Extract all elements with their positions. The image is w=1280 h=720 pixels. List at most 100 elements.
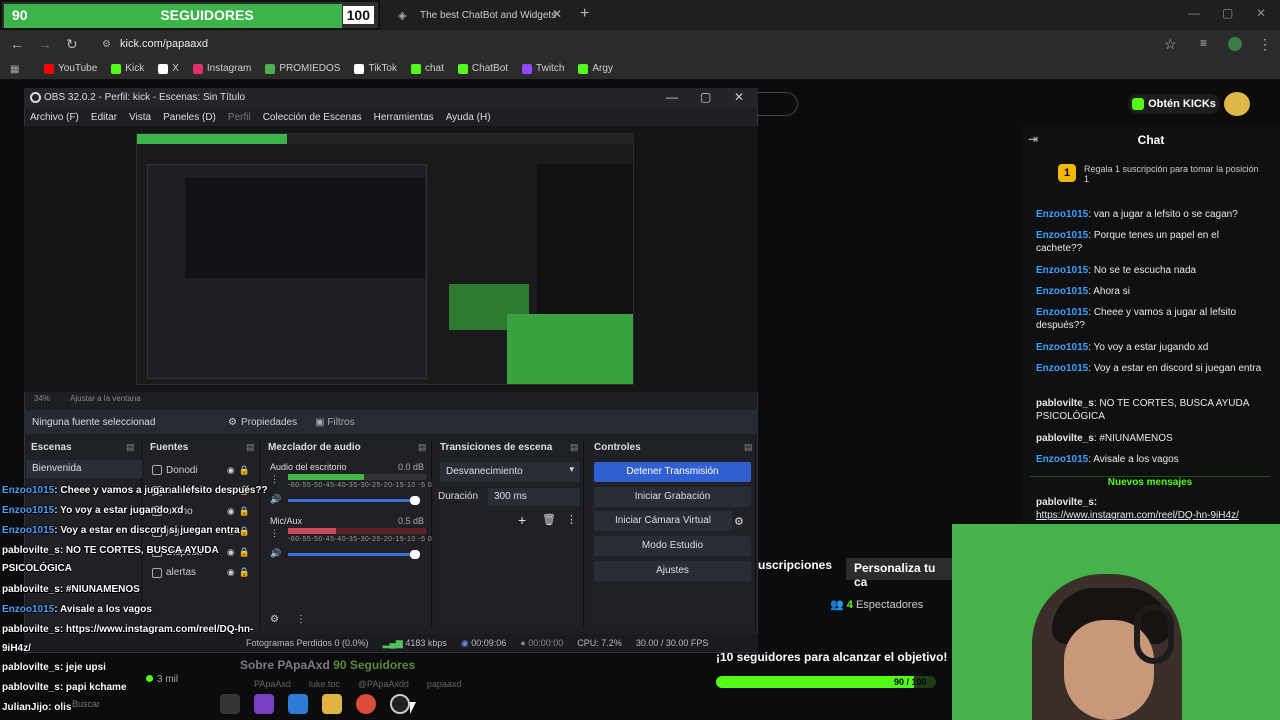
bookmark-item[interactable]: Instagram: [192, 63, 251, 74]
address-bar[interactable]: ⚙ kick.com/papaaxd: [96, 33, 1196, 55]
obs-menu-item[interactable]: Perfil: [228, 112, 251, 123]
close-tab-icon[interactable]: ✕: [552, 7, 562, 21]
extensions-icon[interactable]: ≡: [1200, 36, 1207, 50]
maximize-icon[interactable]: ▢: [1222, 6, 1233, 20]
dock-float-icon[interactable]: ▤: [744, 442, 753, 453]
bookmark-item[interactable]: PROMIEDOS: [265, 63, 340, 74]
chat-username[interactable]: pablovilte_s: [1036, 433, 1094, 444]
obs-menu-item[interactable]: Paneles (D): [163, 112, 216, 123]
obs-menu-item[interactable]: Herramientas: [374, 112, 434, 123]
lock-icon[interactable]: 🔒: [239, 465, 250, 476]
chat-username[interactable]: Enzoo1015: [1036, 363, 1088, 374]
bookmark-item[interactable]: Argy: [578, 63, 613, 74]
new-messages-divider[interactable]: Nuevos mensajes: [1030, 476, 1270, 490]
control-button[interactable]: Detener Transmisión: [594, 462, 751, 482]
transition-more-icon[interactable]: ⋮: [566, 513, 577, 526]
chat-username[interactable]: Enzoo1015: [1036, 209, 1088, 220]
source-item[interactable]: Donodi ◉ 🔒: [146, 460, 256, 480]
lock-icon[interactable]: 🔒: [239, 506, 250, 517]
profile-avatar[interactable]: [1228, 37, 1242, 51]
add-transition-icon[interactable]: +: [518, 512, 526, 528]
browser-tab[interactable]: ◈ The best ChatBot and Widgets: [390, 2, 570, 28]
mixer-more-icon[interactable]: ⋮: [296, 614, 306, 625]
bookmark-item[interactable]: X: [158, 63, 179, 74]
visibility-eye-icon[interactable]: ◉: [227, 506, 235, 517]
folder-icon[interactable]: [322, 694, 342, 714]
volume-slider[interactable]: [288, 550, 420, 559]
obs-taskbar-icon[interactable]: [390, 694, 410, 714]
chrome-icon[interactable]: [356, 694, 376, 714]
site-info-icon[interactable]: ⚙: [102, 39, 111, 50]
mixer-menu-icon[interactable]: ⋮: [270, 528, 279, 539]
chat-username[interactable]: pablovilte_s:: [1036, 497, 1097, 508]
chat-username[interactable]: Enzoo1015: [1036, 230, 1088, 241]
visibility-eye-icon[interactable]: ◉: [227, 547, 235, 558]
virtual-camera-settings-icon[interactable]: ⚙: [734, 515, 744, 528]
user-avatar[interactable]: [1224, 92, 1250, 116]
obs-menu-item[interactable]: Vista: [129, 112, 151, 123]
obs-menu-item[interactable]: Archivo (F): [30, 112, 79, 123]
lock-icon[interactable]: 🔒: [239, 547, 250, 558]
social-link[interactable]: PApaAxd: [254, 679, 291, 689]
control-button[interactable]: Modo Estudio: [594, 536, 751, 557]
copilot-icon[interactable]: [254, 694, 274, 714]
forward-icon[interactable]: →: [38, 36, 52, 52]
duration-input[interactable]: 300 ms: [488, 488, 580, 506]
chat-username[interactable]: Enzoo1015: [1036, 307, 1088, 318]
obs-close-icon[interactable]: ✕: [734, 90, 744, 104]
customize-button[interactable]: Personaliza tu ca: [846, 558, 956, 589]
minimize-icon[interactable]: —: [1188, 6, 1200, 20]
taskbar-search[interactable]: Buscar: [72, 699, 100, 709]
trash-icon[interactable]: 🗑: [542, 513, 556, 526]
source-item[interactable]: alertas ◉ 🔒: [146, 563, 256, 583]
control-button[interactable]: Ajustes: [594, 560, 751, 581]
obs-menu-item[interactable]: Ayuda (H): [446, 112, 491, 123]
bookmark-item[interactable]: chat: [411, 63, 444, 74]
bookmark-item[interactable]: YouTube: [44, 63, 97, 74]
scene-item[interactable]: Bienvenida: [26, 460, 142, 478]
zoom-level[interactable]: 34%: [34, 394, 50, 403]
bookmark-item[interactable]: Kick: [111, 63, 144, 74]
obs-menu-item[interactable]: Editar: [91, 112, 117, 123]
control-button[interactable]: Iniciar Grabación: [594, 486, 751, 507]
lock-icon[interactable]: 🔒: [239, 526, 250, 537]
social-link[interactable]: luke.toc: [309, 679, 340, 689]
reload-icon[interactable]: ↻: [66, 36, 78, 53]
obs-minimize-icon[interactable]: —: [666, 90, 678, 104]
visibility-eye-icon[interactable]: ◉: [227, 465, 235, 476]
obtain-kicks-button[interactable]: Obtén KICKs: [1128, 94, 1220, 114]
subscriptions-button[interactable]: uscripciones: [758, 558, 838, 580]
new-tab-icon[interactable]: +: [580, 5, 589, 23]
chat-username[interactable]: Enzoo1015: [1036, 286, 1088, 297]
social-link[interactable]: papaaxd: [427, 679, 462, 689]
visibility-eye-icon[interactable]: ◉: [227, 567, 235, 578]
mixer-settings-icon[interactable]: ⚙: [270, 614, 279, 625]
close-window-icon[interactable]: ✕: [1256, 6, 1266, 20]
chat-username[interactable]: Enzoo1015: [1036, 342, 1088, 353]
dock-float-icon[interactable]: ▤: [246, 442, 255, 453]
social-link[interactable]: @PApaAxdd: [358, 679, 409, 689]
edge-icon[interactable]: [288, 694, 308, 714]
transition-select[interactable]: Desvanecimiento ▾: [440, 462, 580, 482]
dock-float-icon[interactable]: ▤: [570, 442, 579, 453]
chat-username[interactable]: Enzoo1015: [1036, 265, 1088, 276]
speaker-icon[interactable]: 🔊: [270, 494, 281, 505]
chat-link[interactable]: https://www.instagram.com/reel/DQ-hn-9iH…: [1036, 510, 1239, 521]
stream-preview[interactable]: [136, 133, 634, 385]
chat-username[interactable]: Enzoo1015: [1036, 454, 1088, 465]
dock-float-icon[interactable]: ▤: [126, 442, 135, 453]
pinned-gift-banner[interactable]: 1 Regala 1 suscripción para tomar la pos…: [1034, 160, 1274, 200]
mixer-menu-icon[interactable]: ⋮: [270, 474, 279, 485]
menu-icon[interactable]: ⋮: [1258, 36, 1272, 53]
filters-button[interactable]: ▣ Filtros: [309, 414, 360, 431]
fit-window[interactable]: Ajustar a la ventana: [70, 394, 141, 403]
lock-icon[interactable]: 🔒: [239, 567, 250, 578]
obs-menu-item[interactable]: Colección de Escenas: [263, 112, 362, 123]
obs-maximize-icon[interactable]: ▢: [700, 90, 711, 104]
taskview-icon[interactable]: [220, 694, 240, 714]
chat-username[interactable]: pablovilte_s: [1036, 398, 1094, 409]
speaker-icon[interactable]: 🔊: [270, 548, 281, 559]
properties-button[interactable]: ⚙ Propiedades: [222, 414, 303, 431]
volume-slider[interactable]: [288, 496, 420, 505]
bookmark-item[interactable]: Twitch: [522, 63, 564, 74]
